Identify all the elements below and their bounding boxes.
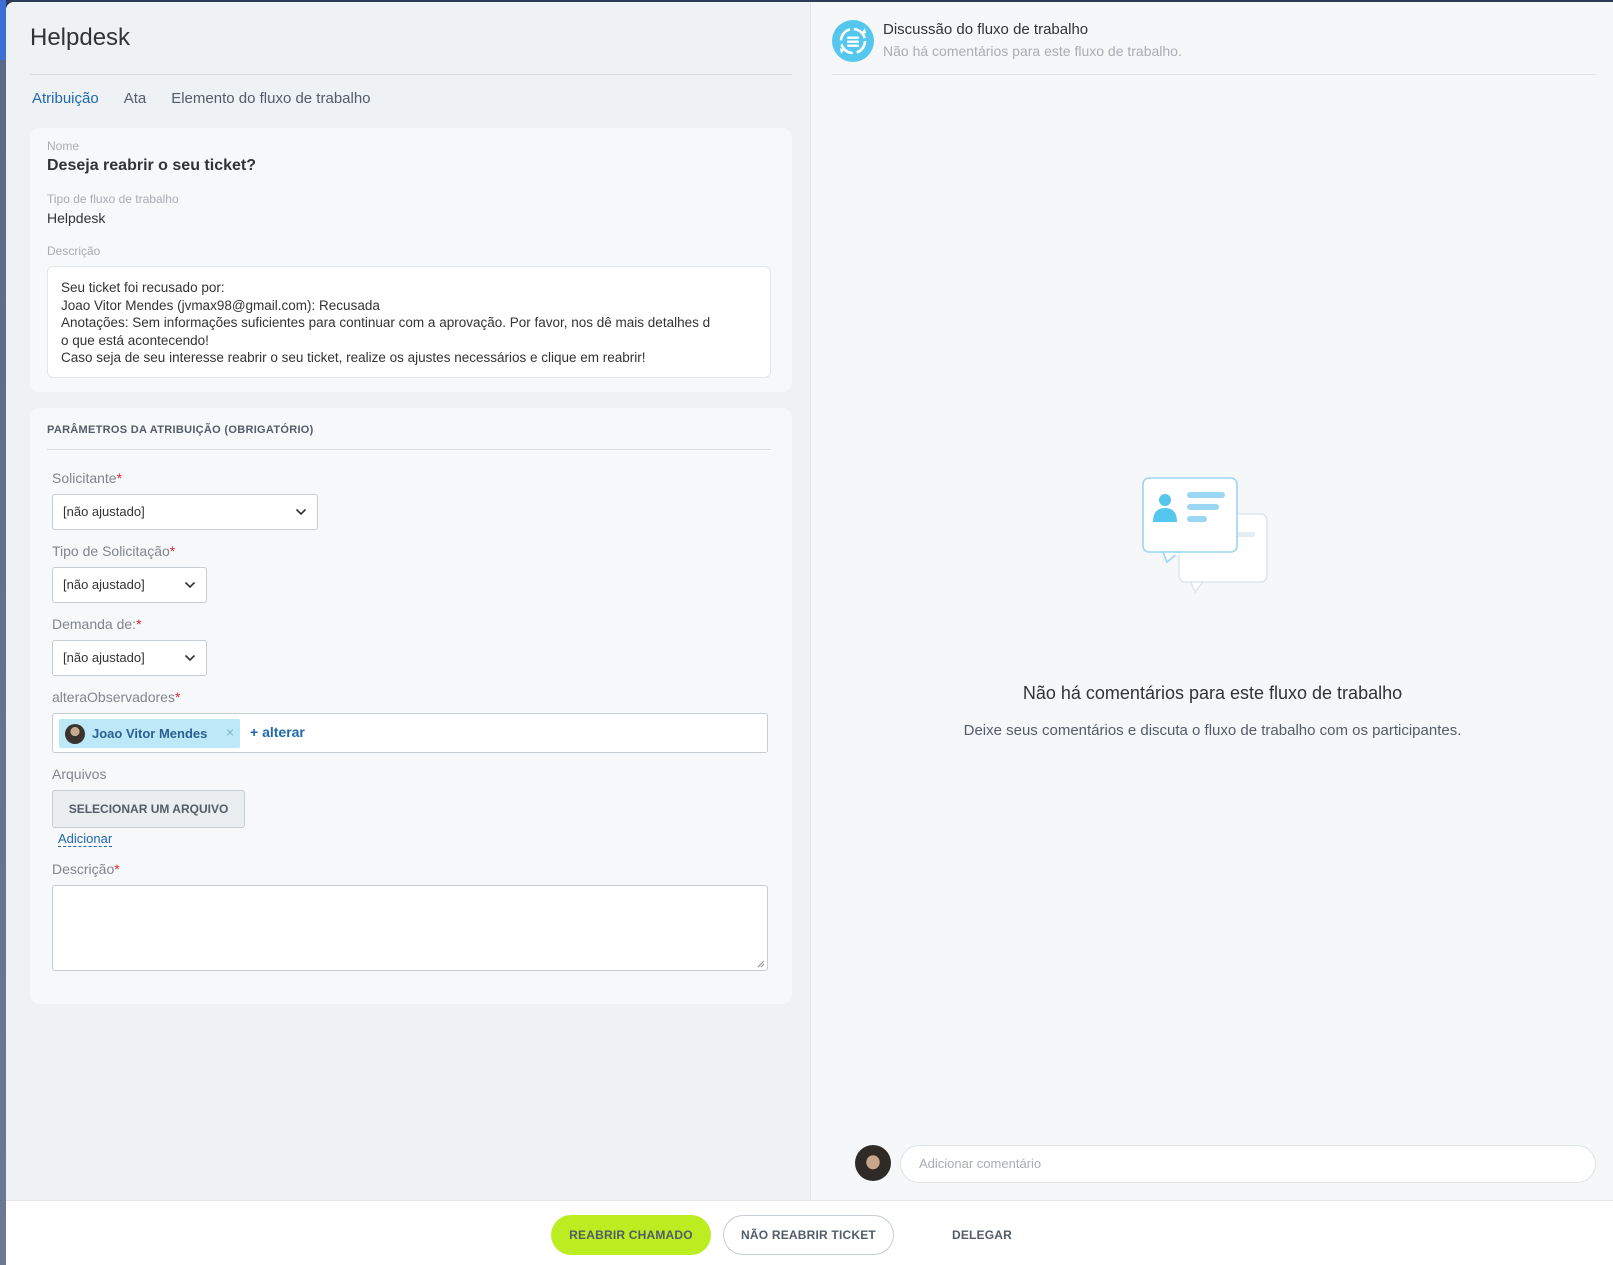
empty-comments-title: Não há comentários para este fluxo de tr… [1022,683,1403,703]
remove-icon[interactable]: × [226,724,234,740]
tab-ata[interactable]: Ata [124,90,147,107]
solicitante-select[interactable]: [não ajustado] [52,494,318,530]
workflow-type-label: Tipo de fluxo de trabalho [47,192,179,206]
required-mark: * [169,543,176,559]
description-line: o que está acontecendo! [61,332,209,348]
action-bar: REABRIR CHAMADO NÃO REABRIR TICKET DELEG… [6,1200,1613,1265]
description-line: Anotações: Sem informações suficientes p… [61,315,711,330]
parameters-section-title: PARÂMETROS DA ATRIBUIÇÃO (OBRIGATÓRIO) [47,424,314,436]
name-value: Deseja reabrir o seu ticket? [47,157,256,174]
required-mark: * [116,470,123,486]
name-label: Nome [47,139,80,153]
description-line: Caso seja de seu interesse reabrir o seu… [61,350,646,365]
parameters-card: PARÂMETROS DA ATRIBUIÇÃO (OBRIGATÓRIO) S… [30,408,792,1004]
discussion-panel: Discussão do fluxo de trabalho Não há co… [810,2,1613,1200]
delegate-button[interactable]: DELEGAR [942,1215,1022,1255]
demanda-select[interactable]: [não ajustado] [52,640,207,676]
avatar [855,1145,891,1181]
demanda-label: Demanda de:* [52,616,142,632]
required-mark: * [136,616,142,632]
chevron-down-icon [184,581,196,589]
do-not-reopen-button[interactable]: NÃO REABRIR TICKET [723,1215,894,1255]
demanda-label-text: Demanda de: [52,616,137,632]
description-box: Seu ticket foi recusado por: Joao Vitor … [47,266,771,378]
description-line: Joao Vitor Mendes (jvmax98@gmail.com): R… [61,297,380,313]
chat-empty-illustration [1142,477,1268,594]
resize-grip-icon[interactable] [755,958,765,968]
discussion-subtitle: Não há comentários para este fluxo de tr… [883,43,1182,59]
arquivos-label: Arquivos [52,766,107,782]
description-label: Descrição [47,244,101,258]
empty-comments-subtitle: Deixe seus comentários e discuta o fluxo… [963,722,1462,739]
solicitante-label: Solicitante* [52,470,122,486]
discussion-divider [832,74,1596,75]
left-panel: Helpdesk Atribuição Ata Elemento do flux… [6,2,809,1200]
title-divider [30,74,792,75]
discussion-workflow-icon [832,20,874,62]
workflow-type-value: Helpdesk [47,210,106,226]
discussion-title: Discussão do fluxo de trabalho [883,21,1089,38]
description-line: Seu ticket foi recusado por: [61,280,225,295]
solicitante-label-text: Solicitante [52,470,117,486]
observer-tag[interactable]: Joao Vitor Mendes × [59,719,240,748]
tab-bar: Atribuição Ata Elemento do fluxo de trab… [32,90,371,107]
add-file-link[interactable]: Adicionar [58,831,113,847]
reopen-ticket-button[interactable]: REABRIR CHAMADO [551,1215,711,1255]
tab-atribuicao[interactable]: Atribuição [32,90,99,107]
tipo-solicitacao-label: Tipo de Solicitação* [52,543,175,559]
tipo-solicitacao-label-text: Tipo de Solicitação [52,543,170,559]
page-title: Helpdesk [30,24,131,51]
comment-input[interactable]: Adicionar comentário [900,1145,1596,1183]
section-divider [47,449,771,450]
descricao-label: Descrição* [52,861,120,877]
workflow-slider: Helpdesk Atribuição Ata Elemento do flux… [6,2,1613,1265]
alterar-link[interactable]: + alterar [250,724,305,740]
chevron-down-icon [184,654,196,662]
observer-tag-name: Joao Vitor Mendes [92,726,208,741]
tipo-solicitacao-value: [não ajustado] [63,577,145,592]
tab-elemento-fluxo[interactable]: Elemento do fluxo de trabalho [171,90,370,107]
avatar [65,723,85,744]
required-mark: * [174,689,181,705]
details-card: Nome Deseja reabrir o seu ticket? Tipo d… [30,128,792,392]
descricao-textarea[interactable] [52,885,768,971]
select-file-button[interactable]: SELECIONAR UM ARQUIVO [52,790,245,828]
observadores-selector[interactable]: Joao Vitor Mendes × + alterar [52,713,768,753]
observadores-label: alteraObservadores* [52,689,180,705]
chevron-down-icon [295,508,307,516]
solicitante-value: [não ajustado] [63,504,145,519]
required-mark: * [114,861,120,877]
tipo-solicitacao-select[interactable]: [não ajustado] [52,567,207,603]
observadores-label-text: alteraObservadores [52,689,175,705]
demanda-value: [não ajustado] [63,650,145,665]
descricao-label-text: Descrição [52,861,115,877]
